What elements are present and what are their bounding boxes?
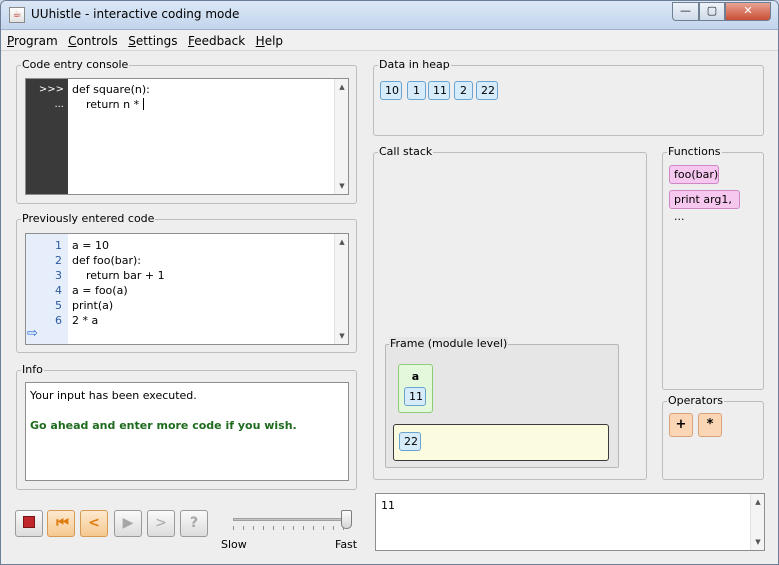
window-title: UUhistle - interactive coding mode — [31, 7, 240, 21]
line-number: 1 — [55, 239, 62, 252]
speed-slider-track[interactable] — [233, 518, 349, 521]
code-line: def foo(bar): — [72, 254, 141, 267]
code-line: print(a) — [72, 299, 114, 312]
heap-value[interactable]: 1 — [407, 81, 426, 100]
line-number: 5 — [55, 299, 62, 312]
scroll-up-icon[interactable]: ▲ — [751, 496, 764, 508]
stop-icon — [23, 516, 35, 528]
speed-slow-label: Slow — [221, 538, 247, 551]
rewind-to-start-icon: ⏮ — [56, 515, 68, 531]
speed-fast-label: Fast — [335, 538, 358, 551]
line-number: 2 — [55, 254, 62, 267]
previous-code-scrollbar[interactable]: ▲ ▼ — [334, 234, 348, 344]
minimize-icon: — — [680, 4, 691, 17]
scroll-up-icon[interactable]: ▲ — [335, 81, 348, 93]
heap-label: Data in heap — [378, 58, 451, 72]
variable-value[interactable]: 11 — [404, 387, 426, 406]
line-number: 4 — [55, 284, 62, 297]
step-back-icon: < — [88, 515, 100, 531]
output-text: 11 — [381, 499, 395, 512]
console-scrollbar[interactable]: ▲ ▼ — [334, 79, 348, 194]
output-console: 11 ▲ ▼ — [375, 493, 765, 551]
prompt-continuation: ... — [54, 99, 64, 110]
heap-value[interactable]: 10 — [380, 81, 402, 100]
app-window: ☕ UUhistle - interactive coding mode — ▢… — [0, 0, 779, 565]
rewind-to-start-button[interactable]: ⏮ — [47, 510, 75, 537]
variable-name: a — [411, 370, 420, 383]
previous-code-label: Previously entered code — [21, 212, 156, 226]
title-bar: ☕ UUhistle - interactive coding mode — ▢… — [1, 1, 778, 30]
code-line: 2 * a — [72, 314, 99, 327]
operator-plus[interactable]: + — [669, 413, 693, 437]
code-entry-label: Code entry console — [21, 58, 130, 72]
console-prompt-gutter: >>> ... — [26, 79, 68, 194]
menu-controls[interactable]: Controls — [68, 31, 118, 51]
menu-program[interactable]: Program — [7, 31, 58, 51]
info-label: Info — [21, 363, 44, 377]
functions-panel: Functions — [662, 145, 764, 390]
function-print[interactable]: print arg1, ... — [669, 190, 740, 223]
evaluation-value[interactable]: 22 — [399, 432, 421, 451]
maximize-icon: ▢ — [706, 4, 718, 17]
info-box: Your input has been executed. Go ahead a… — [25, 382, 349, 481]
line-number-gutter: 1 2 3 4 5 6 ⇨ — [26, 234, 68, 344]
console-current-line[interactable]: return n * — [72, 98, 144, 111]
menu-help[interactable]: Help — [256, 31, 283, 51]
stop-button[interactable] — [15, 510, 43, 537]
current-line-arrow-icon: ⇨ — [27, 326, 38, 341]
info-hint: Go ahead and enter more code if you wish… — [30, 419, 297, 432]
info-message: Your input has been executed. — [30, 389, 197, 402]
code-entry-console[interactable]: >>> ... def square(n): return n * ▲ ▼ — [25, 78, 349, 195]
evaluation-area — [393, 424, 609, 461]
operators-label: Operators — [667, 394, 724, 408]
function-foo[interactable]: foo(bar) — [669, 165, 719, 184]
heap-value[interactable]: 11 — [428, 81, 450, 100]
heap-value[interactable]: 22 — [476, 81, 498, 100]
scroll-up-icon[interactable]: ▲ — [335, 236, 348, 248]
console-current-text: return n * — [72, 98, 143, 111]
code-line: a = foo(a) — [72, 284, 128, 297]
prompt-primary: >>> — [38, 84, 64, 95]
speed-slider-thumb[interactable] — [341, 510, 352, 529]
close-button[interactable]: ✕ — [725, 2, 771, 21]
menu-feedback[interactable]: Feedback — [188, 31, 245, 51]
operator-multiply[interactable]: * — [698, 413, 722, 437]
heap-panel: Data in heap — [373, 58, 764, 136]
help-question-icon: ? — [189, 515, 199, 531]
menu-settings[interactable]: Settings — [128, 31, 177, 51]
maximize-button[interactable]: ▢ — [699, 2, 725, 21]
minimize-button[interactable]: — — [672, 2, 699, 21]
previous-code-view[interactable]: 1 2 3 4 5 6 ⇨ a = 10 def foo(bar): retur… — [25, 233, 349, 345]
scroll-down-icon[interactable]: ▼ — [335, 330, 348, 342]
heap-value[interactable]: 2 — [454, 81, 473, 100]
play-button[interactable]: ▶ — [114, 510, 142, 537]
code-line: a = 10 — [72, 239, 109, 252]
code-line: return bar + 1 — [72, 269, 165, 282]
close-icon: ✕ — [743, 4, 753, 17]
menu-bar: Program Controls Settings Feedback Help — [1, 31, 778, 51]
output-scrollbar[interactable]: ▲ ▼ — [750, 494, 764, 550]
console-line: def square(n): — [72, 83, 150, 96]
java-app-icon: ☕ — [9, 7, 25, 23]
call-stack-label: Call stack — [378, 145, 434, 159]
step-forward-button[interactable]: > — [147, 510, 175, 537]
line-number: 6 — [55, 314, 62, 327]
step-back-button[interactable]: < — [80, 510, 108, 537]
help-button[interactable]: ? — [180, 510, 208, 537]
step-forward-icon: > — [155, 515, 167, 531]
scroll-down-icon[interactable]: ▼ — [335, 180, 348, 192]
play-icon: ▶ — [122, 515, 134, 531]
frame-label: Frame (module level) — [389, 337, 509, 351]
text-caret — [142, 98, 144, 110]
line-number: 3 — [55, 269, 62, 282]
speed-slider-ticks — [233, 526, 349, 530]
functions-label: Functions — [667, 145, 722, 159]
scroll-down-icon[interactable]: ▼ — [751, 536, 764, 548]
